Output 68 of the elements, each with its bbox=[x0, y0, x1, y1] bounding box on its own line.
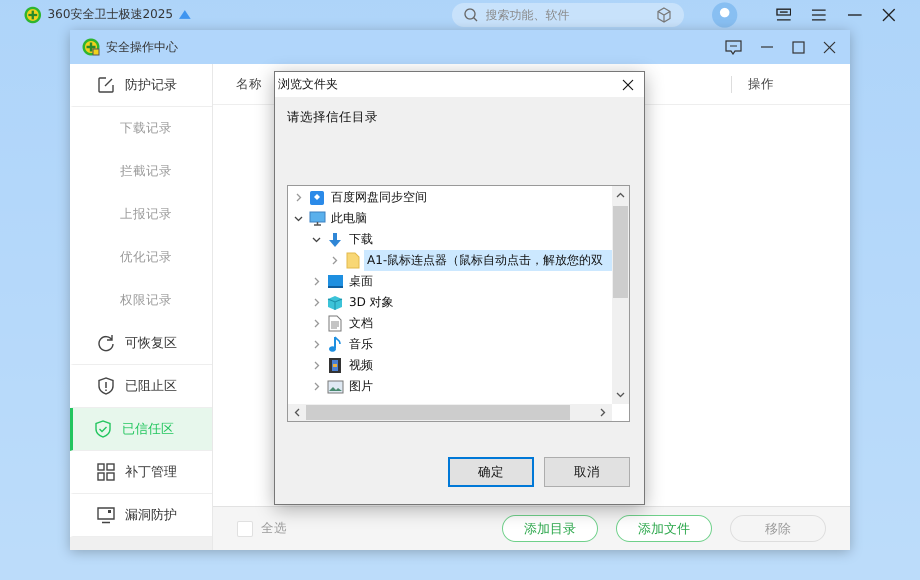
folder-tree-item[interactable]: 3D 对象 bbox=[346, 292, 397, 313]
scroll-right-icon[interactable] bbox=[600, 408, 606, 417]
sidebar-item[interactable]: 补丁管理 bbox=[70, 451, 212, 494]
edit-icon bbox=[97, 76, 115, 94]
cloud-drive-icon bbox=[309, 190, 325, 206]
shield-alert-icon bbox=[97, 377, 115, 395]
folder-tree-item[interactable]: 图片 bbox=[346, 376, 376, 397]
scroll-up-icon[interactable] bbox=[616, 192, 625, 198]
chevron-right-icon[interactable] bbox=[312, 361, 321, 370]
chevron-right-icon[interactable] bbox=[330, 256, 339, 265]
search-input[interactable]: 搜索功能、软件 bbox=[484, 6, 650, 22]
cube-icon bbox=[327, 294, 343, 310]
chevron-right-icon[interactable] bbox=[312, 277, 321, 286]
chevron-right-icon[interactable] bbox=[312, 319, 321, 328]
close-icon[interactable] bbox=[882, 8, 896, 22]
folder-tree-item[interactable]: 文档 bbox=[346, 313, 376, 334]
chevron-right-icon[interactable] bbox=[312, 298, 321, 307]
dialog-button[interactable]: 取消 bbox=[544, 457, 630, 487]
folder-tree-item[interactable]: 视频 bbox=[346, 355, 376, 376]
document-icon bbox=[328, 315, 342, 332]
column-header: 操作 bbox=[731, 76, 774, 92]
app-logo-icon bbox=[24, 6, 42, 24]
chevron-right-icon[interactable] bbox=[312, 382, 321, 391]
download-arrow-icon bbox=[327, 232, 343, 248]
checkbox[interactable] bbox=[237, 520, 253, 536]
app-logo-icon bbox=[82, 38, 100, 56]
dialog-prompt: 请选择信任目录 bbox=[287, 109, 379, 126]
search-icon bbox=[464, 8, 478, 22]
dialog-button[interactable]: 确定 bbox=[448, 457, 534, 487]
column-header: 名称 bbox=[235, 76, 262, 92]
grid-icon bbox=[97, 463, 115, 481]
music-note-icon bbox=[328, 336, 342, 353]
desktop-icon bbox=[326, 274, 344, 289]
folder-tree-item[interactable]: 音乐 bbox=[346, 334, 376, 355]
folder-tree-item[interactable]: 桌面 bbox=[346, 271, 376, 292]
computer-icon bbox=[308, 210, 326, 226]
sidebar-item[interactable]: 可恢复区 bbox=[70, 322, 212, 365]
scroll-down-icon[interactable] bbox=[616, 392, 625, 398]
chevron-right-icon[interactable] bbox=[294, 193, 303, 202]
vertical-scrollbar[interactable] bbox=[612, 186, 629, 404]
menu-icon[interactable] bbox=[811, 8, 827, 22]
feedback-icon[interactable] bbox=[725, 40, 742, 54]
sidebar-item[interactable]: 防护记录 bbox=[70, 64, 212, 107]
shield-check-icon bbox=[94, 420, 112, 438]
chevron-down-icon[interactable] bbox=[312, 235, 321, 244]
horizontal-scrollbar[interactable] bbox=[288, 404, 612, 421]
chevron-down-icon[interactable] bbox=[294, 214, 303, 223]
close-icon[interactable] bbox=[823, 40, 836, 54]
window-title: 安全操作中心 bbox=[106, 38, 178, 56]
checkbox-label: 全选 bbox=[261, 520, 287, 537]
refresh-icon bbox=[97, 334, 115, 352]
dialog-title: 浏览文件夹 bbox=[278, 76, 338, 93]
folder-icon bbox=[346, 252, 360, 269]
scroll-left-icon[interactable] bbox=[294, 408, 300, 417]
search-field[interactable]: 搜索功能、软件 bbox=[452, 2, 684, 26]
close-icon[interactable] bbox=[622, 78, 634, 90]
picture-icon bbox=[326, 380, 344, 394]
app-title: 360安全卫士极速2025 bbox=[48, 6, 173, 23]
folder-tree[interactable]: 百度网盘同步空间 此电脑 下载 A1-鼠标连点器（鼠标自动点击，解放您的双 桌面 3D 对象 文档 音乐 视频 图片 bbox=[287, 185, 630, 422]
folder-tree-item[interactable]: 下载 bbox=[346, 229, 376, 250]
chevron-right-icon[interactable] bbox=[312, 340, 321, 349]
folder-tree-item[interactable]: 百度网盘同步空间 bbox=[328, 187, 430, 208]
folder-tree-item[interactable]: 此电脑 bbox=[328, 208, 370, 229]
monitor-icon bbox=[97, 506, 115, 524]
folder-tree-item[interactable]: A1-鼠标连点器（鼠标自动点击，解放您的双 bbox=[364, 250, 612, 271]
cube-outline-icon[interactable] bbox=[656, 6, 672, 22]
film-icon bbox=[328, 357, 342, 374]
maximize-icon[interactable] bbox=[792, 40, 805, 54]
